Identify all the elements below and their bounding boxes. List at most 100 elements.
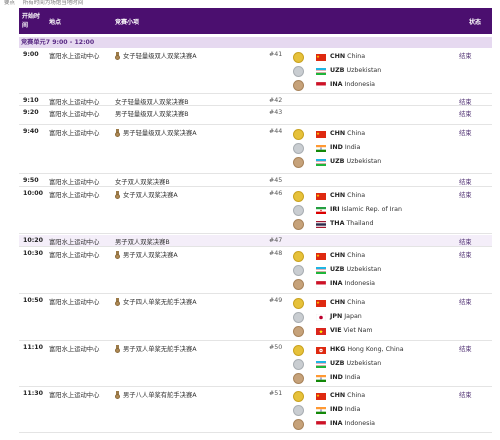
status-badge: 结束 [459, 99, 472, 106]
event-name[interactable]: 女子双人双桨决赛A [123, 190, 178, 199]
country-name: JPN Japan [330, 313, 362, 320]
silver-medal-icon [293, 66, 304, 77]
event-name[interactable]: 女子双人双桨决赛B [115, 177, 170, 186]
row-time: 9:50 [23, 177, 39, 184]
header-status: 状态 [469, 19, 482, 26]
event-name[interactable]: 男子八人单桨有舵手决赛A [123, 390, 197, 399]
table-row: 9:20 富阳水上运动中心 男子轻量级双人双桨决赛B #43 结束 [19, 107, 492, 125]
silver-medal-icon [293, 312, 304, 323]
row-event[interactable]: 男子轻量级双人双桨决赛A [115, 128, 197, 137]
result-entry: CHN China [293, 191, 453, 204]
event-code: #51 [269, 390, 283, 397]
gold-medal-icon [293, 345, 304, 356]
row-event[interactable]: 男子双人双桨决赛B [115, 237, 170, 246]
event-name[interactable]: 女子轻量级双人双桨决赛A [123, 51, 197, 60]
row-venue: 富阳水上运动中心 [49, 346, 100, 353]
event-name[interactable]: 女子轻量级双人双桨决赛B [115, 97, 189, 106]
country-name: CHN China [330, 192, 365, 199]
country-name: INA Indonesia [330, 81, 375, 88]
country-code: IND [330, 374, 343, 381]
row-venue: 富阳水上运动中心 [49, 239, 100, 246]
table-row: 9:50 富阳水上运动中心 女子双人双桨决赛B #45 结束 [19, 175, 492, 187]
table-row: 9:10 富阳水上运动中心 女子轻量级双人双桨决赛B #42 结束 [19, 95, 492, 106]
country-code: INA [330, 280, 343, 287]
result-entry: INA Indonesia [293, 419, 453, 432]
bronze-medal-icon [293, 279, 304, 290]
row-event[interactable]: 男子八人单桨有舵手决赛A [115, 390, 197, 399]
event-name[interactable]: 男子双人双桨决赛B [115, 237, 170, 246]
status-badge: 结束 [459, 299, 472, 306]
event-name[interactable]: 男子双人单桨无舵手决赛A [123, 344, 197, 353]
result-entry: IRI Islamic Rep. of Iran [293, 205, 453, 218]
country-name: CHN China [330, 252, 365, 259]
country-label: Uzbekistan [346, 67, 382, 74]
event-name[interactable]: 女子四人单桨无舵手决赛A [123, 297, 197, 306]
row-event[interactable]: 女子四人单桨无舵手决赛A [115, 297, 197, 306]
session-bar: 竞赛单元7 9:00 - 12:00 [19, 37, 492, 48]
row-event[interactable]: 女子轻量级双人双桨决赛B [115, 97, 189, 106]
event-code: #43 [269, 109, 283, 116]
header-venue: 地点 [49, 19, 62, 26]
result-entry: HKG Hong Kong, China [293, 345, 453, 358]
bronze-medal-icon [293, 157, 304, 168]
result-entry: CHN China [293, 52, 453, 65]
row-event[interactable]: 女子双人双桨决赛A [115, 190, 178, 199]
medal-event-icon [115, 390, 120, 399]
status-badge: 结束 [459, 392, 472, 399]
gold-medal-icon [293, 191, 304, 202]
country-code: VIE [330, 327, 342, 334]
row-event[interactable]: 男子轻量级双人双桨决赛B [115, 109, 189, 118]
country-label: Indonesia [344, 280, 375, 287]
row-venue: 富阳水上运动中心 [49, 111, 100, 118]
status-badge: 结束 [459, 239, 472, 246]
status-badge: 结束 [459, 53, 472, 60]
row-event[interactable]: 男子双人双桨决赛A [115, 250, 178, 259]
row-event[interactable]: 男子双人单桨无舵手决赛A [115, 344, 197, 353]
country-label: Thailand [346, 220, 374, 227]
silver-medal-icon [293, 265, 304, 276]
country-code: THA [330, 220, 345, 227]
event-name[interactable]: 男子轻量级双人双桨决赛B [115, 109, 189, 118]
result-entry: UZB Uzbekistan [293, 66, 453, 79]
country-code: IRI [330, 206, 340, 213]
bronze-medal-icon [293, 419, 304, 430]
time-note-text: 所有时间为场馆当地时间 [22, 0, 84, 6]
country-name: UZB Uzbekistan [330, 266, 381, 273]
country-code: CHN [330, 130, 346, 137]
row-venue: 富阳水上运动中心 [49, 299, 100, 306]
event-code: #49 [269, 297, 283, 304]
result-entry: IND India [293, 143, 453, 156]
result-entry: INA Indonesia [293, 279, 453, 292]
time-note: 要点 所有时间为场馆当地时间 [0, 0, 500, 8]
table-row: 11:10 富阳水上运动中心 男子双人单桨无舵手决赛A #50 结束 HKG Hong Ko… [19, 342, 492, 387]
gold-medal-icon [293, 251, 304, 262]
row-event[interactable]: 女子轻量级双人双桨决赛A [115, 51, 197, 60]
event-name[interactable]: 男子轻量级双人双桨决赛A [123, 128, 197, 137]
country-name: THA Thailand [330, 220, 374, 227]
country-code: CHN [330, 252, 346, 259]
country-label: China [347, 299, 366, 306]
header-time: 开始时间 [22, 13, 41, 29]
result-entry: CHN China [293, 129, 453, 142]
event-code: #50 [269, 344, 283, 351]
country-code: CHN [330, 192, 346, 199]
country-code: CHN [330, 299, 346, 306]
country-code: IND [330, 406, 343, 413]
silver-medal-icon [293, 359, 304, 370]
country-code: IND [330, 144, 343, 151]
country-name: UZB Uzbekistan [330, 67, 381, 74]
country-name: CHN China [330, 299, 365, 306]
country-code: CHN [330, 53, 346, 60]
row-event[interactable]: 女子双人双桨决赛B [115, 177, 170, 186]
country-label: India [344, 374, 361, 381]
gold-medal-icon [293, 52, 304, 63]
row-venue: 富阳水上运动中心 [49, 252, 100, 259]
country-name: CHN China [330, 130, 365, 137]
status-badge: 结束 [459, 179, 472, 186]
event-name[interactable]: 男子双人双桨决赛A [123, 250, 178, 259]
table-row: 9:40 富阳水上运动中心 男子轻量级双人双桨决赛A #44 结束 CHN China IND… [19, 126, 492, 174]
country-name: IND India [330, 406, 360, 413]
bronze-medal-icon [293, 219, 304, 230]
row-time: 10:30 [23, 250, 44, 257]
medal-event-icon [115, 51, 120, 60]
